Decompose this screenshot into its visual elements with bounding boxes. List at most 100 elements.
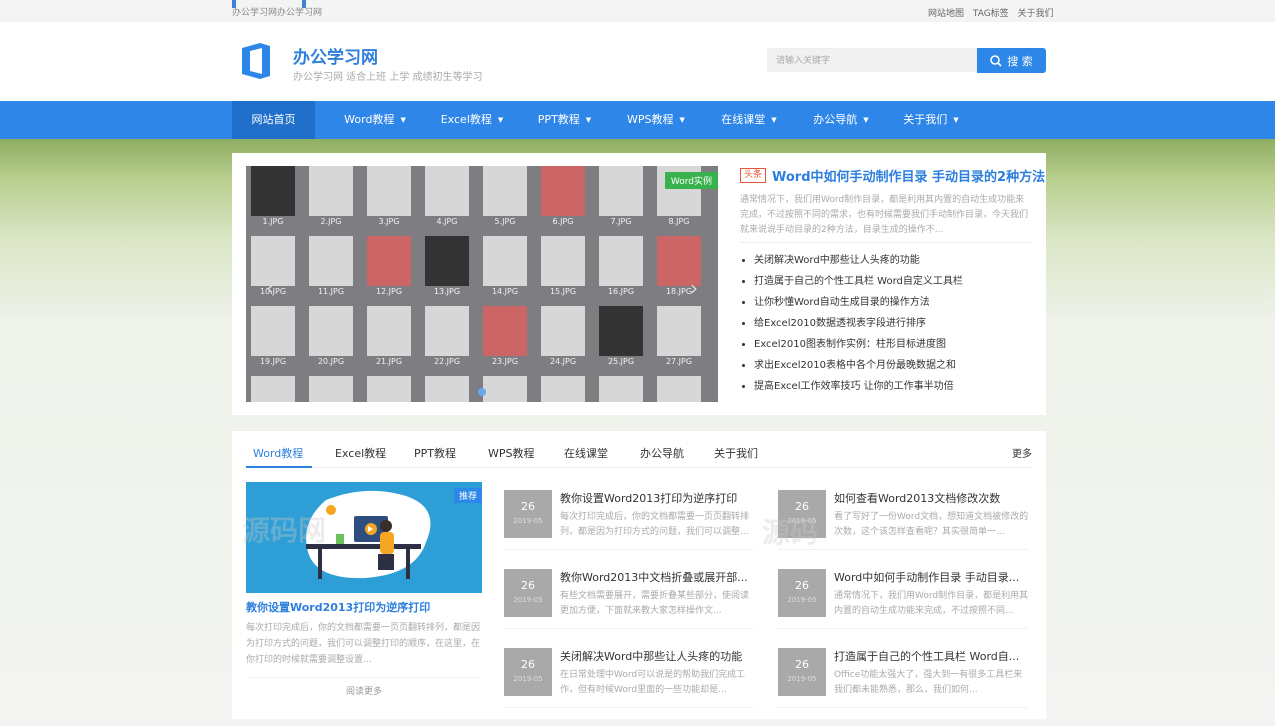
slider-thumbnail-label: 24.JPG [549,357,577,366]
slider-thumbnail [483,236,527,286]
slider-thumbnail-label: 6.JPG [552,217,574,226]
feature-title[interactable]: 教你设置Word2013打印为逆序打印 [246,599,430,615]
tab-wps[interactable]: WPS教程 [488,445,535,461]
tab-excel[interactable]: Excel教程 [335,445,386,461]
nav-item-wps[interactable]: WPS教程 ▼ [611,101,701,139]
tab-word[interactable]: Word教程 [253,445,303,461]
top-content-panel: 27.JPG 25.JPG 24.JPG 23.JPG 22.JPG 21.JPG 20.J… [232,153,1046,415]
top-site-name: 办公学习网办公学习网 [232,8,323,18]
more-link[interactable]: 更多 [1012,445,1032,460]
slider-thumbnail-label: 19.JPG [259,357,287,366]
slider-thumbnail [367,166,411,216]
slider-thumbnail [251,166,295,216]
article-title[interactable]: 如何查看Word2013文档修改次数 [834,490,1030,506]
chevron-left-icon[interactable]: ‹ [266,276,274,300]
tab-office-nav[interactable]: 办公导航 [640,445,684,461]
slider-thumbnail-label: 22.JPG [433,357,461,366]
slider-thumbnail-label: 14.JPG [491,287,519,296]
tab-online-class[interactable]: 在线课堂 [564,445,608,461]
top-link-about[interactable]: 关于我们 [1018,9,1054,19]
article-item[interactable]: 26 2019-05 打造属于自己的个性工具栏 Word自... Office功能… [778,640,1028,708]
slider-thumbnail [483,376,527,402]
article-item[interactable]: 26 2019-05 教你Word2013中文档折叠或展开部... 有些文档需要展… [504,561,754,629]
nav-item-excel[interactable]: Excel教程 ▼ [427,101,517,139]
date-box: 26 2019-05 [778,648,826,696]
slider-thumbnail [425,306,469,356]
caret-down-icon: ▼ [953,116,959,124]
slider-thumbnail-label: 25.JPG [607,357,635,366]
nav-item-office-nav[interactable]: 办公导航 ▼ [796,101,886,139]
main-nav: 网站首页 Word教程 ▼ Excel教程 ▼ PPT教程 ▼ WPS教程 ▼ 在线课堂… [0,101,1275,139]
caret-down-icon: ▼ [771,116,777,124]
slider-thumbnail-label: 11.JPG [317,287,345,296]
article-item[interactable]: 26 2019-05 教你设置Word2013打印为逆序打印 每次打印完成后，你的… [504,482,754,550]
slider-thumbnail [309,306,353,356]
news-item[interactable]: 给Excel2010数据透视表字段进行排序 [740,313,1032,334]
article-description: Office功能太强大了，强大到一有很多工具栏来我们都未能熟悉，那么，我们如何.… [834,670,1023,695]
slider-thumbnail-label: 23.JPG [491,357,519,366]
article-item[interactable]: 26 2019-05 Word中如何手动制作目录 手动目录... 通常情况下，我们… [778,561,1028,629]
slider-thumbnail-label: 2.JPG [320,217,342,226]
slider-thumbnail [425,376,469,402]
search-input[interactable]: 请输入关键字 [767,48,977,72]
slider-dot[interactable] [478,388,486,396]
date-box: 26 2019-05 [778,569,826,617]
slider-thumbnail [367,306,411,356]
slider-thumbnail [425,236,469,286]
news-item[interactable]: 求出Excel2010表格中各个月份最晚数据之和 [740,355,1032,376]
news-item[interactable]: Excel2010图表制作实例：柱形目标进度图 [740,334,1032,355]
article-item[interactable]: 26 2019-05 关闭解决Word中那些让人头疼的功能 在日常处理中Word可… [504,640,754,708]
article-title[interactable]: 关闭解决Word中那些让人头疼的功能 [560,648,756,664]
nav-item-about[interactable]: 关于我们 ▼ [886,101,976,139]
slider-thumbnail [367,236,411,286]
caret-down-icon: ▼ [679,116,685,124]
caret-down-icon: ▼ [400,116,406,124]
slider-thumbnail-label: 20.JPG [317,357,345,366]
article-title[interactable]: 教你设置Word2013打印为逆序打印 [560,490,756,506]
slider-thumbnail-label: 12.JPG [375,287,403,296]
news-list: 关闭解决Word中那些让人头疼的功能 打造属于自己的个性工具栏 Word自定义工… [740,250,1032,397]
headline-title[interactable]: Word中如何手动制作目录 手动目录的2种方法 [772,166,1045,185]
read-more-button[interactable]: 阅读更多 [246,677,482,697]
image-slider[interactable]: 27.JPG 25.JPG 24.JPG 23.JPG 22.JPG 21.JPG 20.J… [246,166,718,402]
nav-item-home[interactable]: 网站首页 [232,101,315,139]
site-title[interactable]: 办公学习网 [293,43,378,68]
nav-item-word[interactable]: Word教程 ▼ [329,101,421,139]
tab-ppt[interactable]: PPT教程 [414,445,456,461]
slider-thumbnail-label: 7.JPG [610,217,632,226]
top-link-sitemap[interactable]: 网站地图 [928,9,964,19]
slider-thumbnail [657,376,701,402]
slider-thumbnail [483,306,527,356]
logo-icon[interactable] [240,42,272,80]
search-button-label: 搜 索 [1007,54,1033,68]
article-title[interactable]: Word中如何手动制作目录 手动目录... [834,569,1030,585]
nav-item-online-class[interactable]: 在线课堂 ▼ [704,101,794,139]
article-title[interactable]: 教你Word2013中文档折叠或展开部... [560,569,756,585]
date-box: 26 2019-05 [504,648,552,696]
feature-description: 每次打印完成后，你的文档都需要一页页翻转排列，都是因为打印方式的问题，我们可以调… [246,623,481,665]
news-item[interactable]: 打造属于自己的个性工具栏 Word自定义工具栏 [740,271,1032,292]
site-subtitle: 办公学习网 适合上班 上学 成绩初生等学习 [293,72,483,83]
slider-thumbnail [309,166,353,216]
slider-thumbnail [309,236,353,286]
slider-thumbnail-label: 5.JPG [494,217,516,226]
feature-tag: 推荐 [453,488,482,503]
tab-about[interactable]: 关于我们 [714,445,758,461]
caret-down-icon: ▼ [863,116,869,124]
slider-thumbnail [367,376,411,402]
slider-thumbnail [599,376,643,402]
news-item[interactable]: 关闭解决Word中那些让人头疼的功能 [740,250,1032,271]
nav-item-ppt[interactable]: PPT教程 ▼ [522,101,607,139]
slider-category-tag[interactable]: Word实例 [664,172,718,189]
slider-thumbnail [251,376,295,402]
chevron-right-icon[interactable]: › [690,276,698,300]
news-item[interactable]: 提高Excel工作效率技巧 让你的工作事半功倍 [740,376,1032,397]
active-tab-indicator [246,466,312,468]
search-button[interactable]: 搜 索 [977,48,1046,73]
article-description: 看了写好了一份Word文档，想知道文档被修改的次数，这个该怎样查看呢？其实很简单… [834,512,1029,537]
article-title[interactable]: 打造属于自己的个性工具栏 Word自... [834,648,1030,664]
slider-thumbnail [541,166,585,216]
news-item[interactable]: 让你秒懂Word自动生成目录的操作方法 [740,292,1032,313]
top-link-tags[interactable]: TAG标签 [973,9,1009,19]
slider-thumbnail-label: 8.JPG [668,217,690,226]
